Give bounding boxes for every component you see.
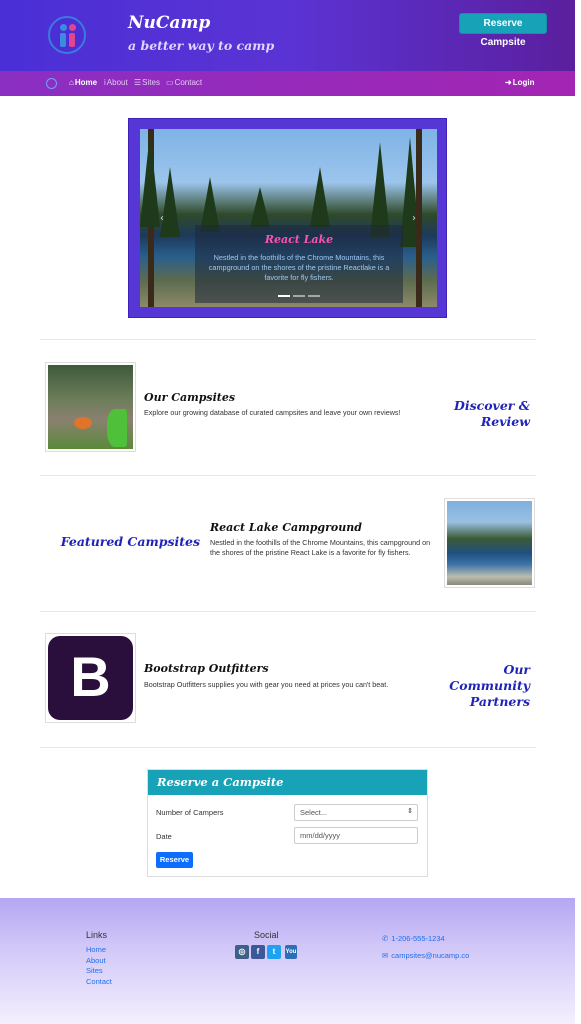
envelope-icon: ✉ (382, 951, 389, 960)
carousel-indicators (278, 295, 320, 297)
form-heading: Reserve a Campsite (148, 770, 427, 795)
footer-link-sites[interactable]: Sites (86, 966, 103, 975)
media-title: React Lake Campground (210, 521, 362, 534)
nav-item-label: Sites (142, 78, 160, 87)
date-label: Date (156, 832, 172, 841)
carousel-slide-image: ‹ › React Lake Nestled in the foothills … (140, 129, 437, 307)
media-title: Bootstrap Outfitters (144, 662, 269, 675)
footer-phone[interactable]: ✆ 1-206-555-1234 (382, 934, 445, 943)
youtube-icon[interactable]: You (285, 945, 297, 959)
campground-thumbnail (444, 498, 535, 588)
carousel-caption-title: React Lake (264, 233, 334, 246)
address-card-icon: ▭ (166, 78, 174, 87)
reserve-submit-button[interactable]: Reserve (156, 852, 193, 868)
nucamp-logo-icon[interactable] (48, 16, 86, 54)
brand-title: NuCamp (128, 13, 211, 33)
instagram-icon[interactable]: ◎ (235, 945, 249, 959)
reserve-campsite-button[interactable]: Reserve Campsite (459, 13, 547, 48)
bootstrap-logo-icon: B (70, 645, 111, 708)
email-text: campsites@nucamp.co (391, 951, 470, 960)
media-text: Bootstrap Outfitters supplies you with g… (144, 680, 389, 689)
sign-in-icon: ➜ (505, 78, 512, 87)
nav-item-label: About (106, 78, 128, 87)
login-button[interactable]: ➜ Login (505, 78, 534, 87)
navbar-logo-icon[interactable] (46, 78, 57, 89)
divider (40, 475, 536, 476)
carousel-caption-text: Nestled in the foothills of the Chrome M… (208, 253, 390, 282)
nav-item-about[interactable]: i About (104, 78, 128, 87)
section-heading: Our Community Partners (420, 662, 530, 710)
section-heading-line: Our Community (449, 662, 530, 693)
carousel-indicator[interactable] (293, 295, 305, 297)
section-heading-line: Partners (469, 694, 530, 709)
footer-link-about[interactable]: About (86, 956, 106, 965)
carousel-indicator[interactable] (278, 295, 290, 297)
campsite-thumbnail (45, 362, 136, 452)
nav-item-home[interactable]: ⌂ Home (69, 78, 97, 87)
nav-item-label: Contact (174, 78, 203, 87)
partner-logo: B (45, 633, 136, 723)
footer-link-home[interactable]: Home (86, 945, 106, 954)
info-icon: i (104, 78, 106, 87)
divider (40, 339, 536, 340)
login-label: Login (512, 78, 535, 87)
home-icon: ⌂ (69, 78, 74, 87)
divider (40, 611, 536, 612)
main-navbar: ⌂ Home i About ☰ Sites ▭ Contact ➜ Login (0, 71, 575, 96)
carousel-caption: React Lake Nestled in the foothills of t… (195, 225, 403, 303)
footer-email[interactable]: ✉ campsites@nucamp.co (382, 951, 469, 960)
section-heading: Featured Campsites (60, 534, 200, 549)
section-heading: Discover & Review (453, 398, 530, 429)
carousel: ‹ › React Lake Nestled in the foothills … (128, 118, 447, 318)
nav-item-contact[interactable]: ▭ Contact (166, 78, 202, 87)
twitter-icon[interactable]: t (267, 945, 281, 959)
site-header: NuCamp a better way to camp Reserve Camp… (0, 0, 575, 71)
divider (40, 747, 536, 748)
campers-select-value: Select... (300, 808, 328, 817)
select-arrows-icon: ⇕ (407, 808, 413, 815)
phone-icon: ✆ (382, 934, 389, 943)
media-text: Explore our growing database of curated … (144, 408, 401, 417)
media-text: Nestled in the foothills of the Chrome M… (210, 538, 431, 557)
campers-select[interactable]: Select... ⇕ (294, 804, 418, 821)
phone-text: 1-206-555-1234 (391, 934, 445, 943)
list-icon: ☰ (134, 78, 142, 87)
reserve-form: Reserve a Campsite Number of Campers Sel… (147, 769, 428, 877)
footer-link-contact[interactable]: Contact (86, 977, 112, 986)
footer-links-heading: Links (86, 930, 108, 940)
campers-label: Number of Campers (156, 808, 224, 817)
footer-social-heading: Social (254, 930, 279, 940)
media-title: Our Campsites (144, 391, 236, 404)
date-input[interactable]: mm/dd/yyyy (294, 827, 418, 844)
nav-item-sites[interactable]: ☰ Sites (134, 78, 160, 87)
nav-item-label: Home (74, 78, 98, 87)
carousel-next-icon[interactable]: › (412, 213, 416, 224)
brand-tagline: a better way to camp (128, 38, 275, 53)
carousel-indicator[interactable] (308, 295, 320, 297)
facebook-icon[interactable]: f (251, 945, 265, 959)
carousel-prev-icon[interactable]: ‹ (160, 213, 164, 224)
